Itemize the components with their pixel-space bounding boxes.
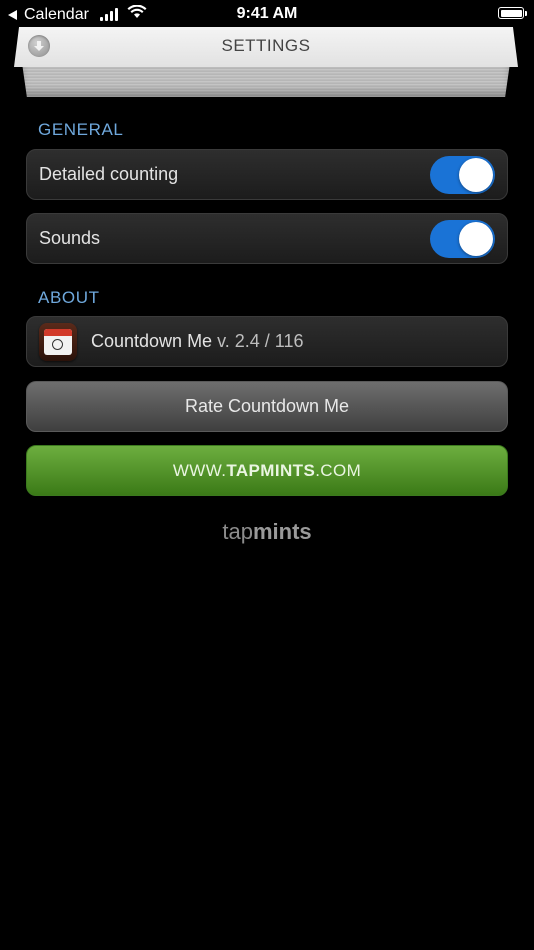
sounds-row: Sounds [26, 213, 508, 264]
app-name: Countdown Me [91, 331, 213, 351]
sounds-label: Sounds [39, 228, 101, 248]
paper-stack-decoration [22, 63, 510, 97]
status-time: 9:41 AM [236, 5, 298, 22]
battery-icon [498, 7, 527, 19]
app-version: v. 2.4 / 116 [217, 331, 304, 351]
status-bar: Calendar 9:41 AM [0, 0, 534, 28]
countdown-app-icon [39, 322, 77, 361]
detailed-counting-toggle[interactable] [430, 156, 495, 194]
detailed-counting-row: Detailed counting [26, 149, 508, 200]
settings-header: SETTINGS [14, 27, 518, 97]
header-paper: SETTINGS [14, 27, 518, 67]
tapmints-logo: tapmints [0, 519, 534, 545]
site-bold: TAPMINTS [226, 461, 316, 480]
detailed-counting-label: Detailed counting [39, 164, 179, 184]
website-button[interactable]: WWW.TAPMINTS.COM [26, 445, 508, 496]
site-suffix: .COM [315, 461, 362, 480]
section-title-about: ABOUT [38, 288, 100, 307]
site-prefix: WWW. [172, 461, 227, 480]
sounds-toggle[interactable] [430, 220, 495, 258]
toggle-knob [459, 222, 493, 256]
rate-app-button[interactable]: Rate Countdown Me [26, 381, 508, 432]
toggle-knob [459, 158, 493, 192]
about-app-row: Countdown Me v. 2.4 / 116 [26, 316, 508, 367]
section-title-general: GENERAL [38, 120, 124, 139]
brand-light: tap [222, 519, 253, 544]
brand-bold: mints [252, 519, 312, 544]
page-title: SETTINGS [221, 36, 311, 55]
